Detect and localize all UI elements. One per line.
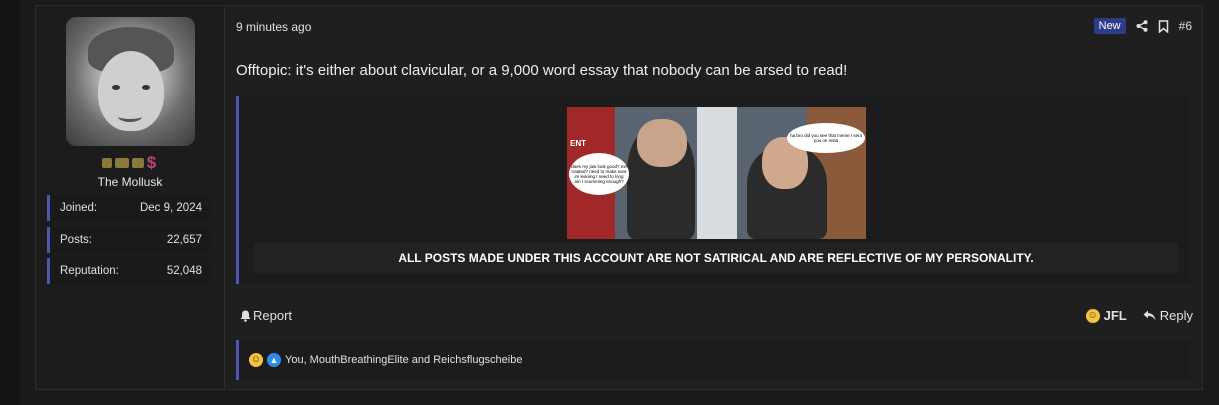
report-button[interactable]: Report [240,308,292,323]
report-label: Report [253,308,293,323]
signature-caption: ALL POSTS MADE UNDER THIS ACCOUNT ARE NO… [254,243,1178,273]
post-timestamp[interactable]: 9 minutes ago [236,20,311,34]
jfl-label: JFL [1103,308,1127,323]
stat-value: 22,657 [166,234,202,246]
reply-icon [1143,310,1156,321]
stat-value: Dec 9, 2024 [139,202,202,214]
stat-value: 52,048 [166,265,202,277]
stat-label: Reputation: [60,265,119,277]
stat-label: Joined: [60,202,98,214]
new-badge: New [1093,18,1126,34]
reply-button[interactable]: Reply [1143,308,1193,323]
signature-meme-image: ENT does my jaw look good? ext rotated? … [567,107,866,239]
meme-sign-text: ENT [570,139,586,148]
stat-label: Posts: [60,234,92,246]
post-actions: Report ☺ JFL Reply [236,306,1193,326]
user-sidebar: $ The Mollusk Joined: Dec 9, 2024 Posts:… [36,6,225,389]
reactions-bar[interactable]: ☺ ▲ You, MouthBreathingElite and Reichsf… [236,340,1189,380]
stat-reputation: Reputation: 52,048 [47,258,211,284]
post-number[interactable]: #6 [1179,19,1192,33]
signature-block: ENT does my jaw look good? ext rotated? … [236,96,1189,284]
speech-bubble-right: ha bro did you see that meme I sent you … [787,123,865,153]
jfl-button[interactable]: ☺ JFL [1085,308,1127,323]
reactions-text[interactable]: You, MouthBreathingElite and Reichsflugs… [285,354,522,366]
bookmark-icon[interactable] [1158,19,1169,33]
share-icon[interactable] [1136,20,1148,32]
bell-icon [240,310,251,322]
username[interactable]: The Mollusk [36,175,224,189]
reply-label: Reply [1159,308,1193,323]
forum-post: $ The Mollusk Joined: Dec 9, 2024 Posts:… [35,5,1203,390]
laughing-emoji-icon: ☺ [1085,308,1100,323]
post-message: Offtopic: it's either about clavicular, … [236,62,848,79]
avatar[interactable] [66,17,195,146]
post-content: 9 minutes ago New #6 Offtopic: it's eith… [236,6,1202,389]
thumbs-up-icon: ▲ [267,353,281,367]
stat-joined: Joined: Dec 9, 2024 [47,195,211,221]
left-gutter [0,0,20,405]
user-banner: $ [96,153,162,173]
stat-posts: Posts: 22,657 [47,227,211,253]
laughing-emoji-icon: ☺ [249,353,263,367]
post-header-actions: New #6 [1093,16,1192,36]
banner-symbol: $ [146,153,157,172]
speech-bubble-left: does my jaw look good? ext rotated? need… [569,153,629,195]
